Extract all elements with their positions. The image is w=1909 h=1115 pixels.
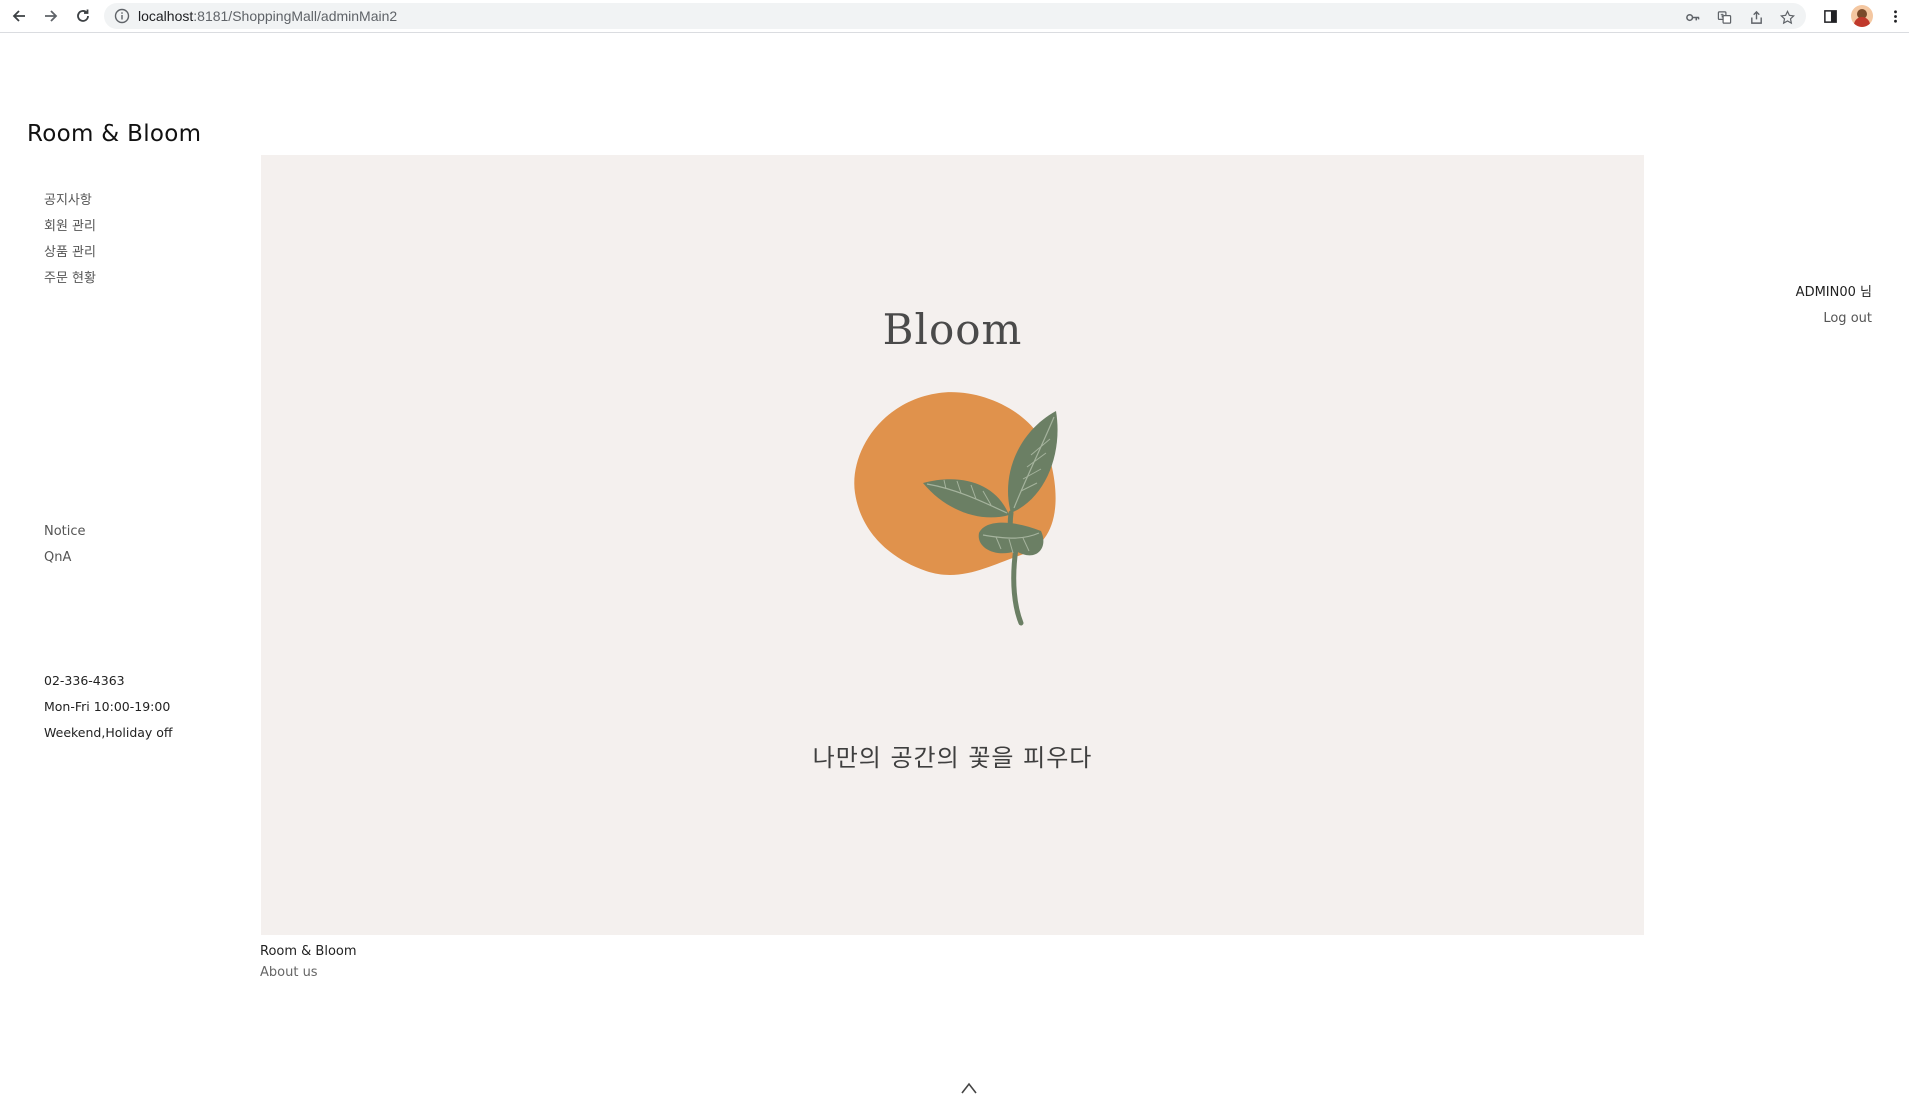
hero-title: Bloom [882,305,1023,354]
bookmark-button[interactable] [1778,8,1796,26]
hero-tagline: 나만의 공간의 꽃을 피우다 [812,744,1093,772]
address-bar[interactable]: localhost:8181/ShoppingMall/adminMain2 [104,3,1806,29]
notice-link[interactable]: Notice [44,519,86,545]
logout-link[interactable]: Log out [1796,306,1872,332]
menu-item-product-management[interactable]: 상품 관리 [44,240,96,266]
phone-number: 02-336-4363 [44,673,125,688]
admin-menu: 공지사항 회원 관리 상품 관리 주문 현황 [44,188,96,292]
translate-button[interactable] [1715,8,1733,26]
back-button[interactable] [8,5,30,27]
menu-item-notice-admin[interactable]: 공지사항 [44,188,96,214]
key-icon [1685,13,1699,21]
password-key-button[interactable] [1683,8,1701,26]
site-info-icon[interactable] [114,8,130,24]
share-button[interactable] [1747,8,1765,26]
arrow-right-icon [45,10,58,22]
side-panel-icon [1823,9,1837,23]
chevron-up-icon [961,1082,977,1094]
url-text[interactable]: localhost:8181/ShoppingMall/adminMain2 [138,8,397,24]
qna-link[interactable]: QnA [44,545,86,571]
scroll-top-button[interactable] [958,1080,980,1096]
site-logo[interactable]: Room & Bloom [27,121,201,147]
menu-button[interactable] [1885,6,1905,26]
star-icon [1779,9,1795,24]
url-path: :8181/ShoppingMall/adminMain2 [193,8,398,24]
forward-button[interactable] [40,5,62,27]
reload-icon [77,9,89,22]
arrow-left-icon [12,10,25,22]
menu-item-member-management[interactable]: 회원 관리 [44,214,96,240]
reload-button[interactable] [72,5,94,27]
translate-icon [1717,10,1731,24]
leaf-illustration [854,392,1058,626]
business-hours: Mon-Fri 10:00-19:00 [44,699,171,714]
browser-toolbar: localhost:8181/ShoppingMall/adminMain2 [0,0,1909,33]
stem [1011,545,1024,626]
closed-days: Weekend,Holiday off [44,725,173,740]
share-icon [1750,10,1762,24]
footer: Room & Bloom About us [260,942,357,984]
profile-avatar[interactable] [1851,5,1873,27]
board-links: Notice QnA [44,519,86,571]
contact-info: 02-336-4363 Mon-Fri 10:00-19:00 Weekend,… [44,668,173,746]
user-panel: ADMIN00 님 Log out [1796,280,1872,332]
hero-banner: Bloom 나만의 공간의 꽃을 피우다 [261,155,1644,935]
menu-item-order-status[interactable]: 주문 현황 [44,266,96,292]
about-us-link[interactable]: About us [260,962,357,984]
user-name: ADMIN00 님 [1795,285,1872,300]
url-host: localhost [138,8,194,24]
footer-brand: Room & Bloom [260,944,357,959]
avatar-icon [1854,9,1870,27]
more-vert-icon [1893,9,1897,23]
side-panel-button[interactable] [1820,6,1840,26]
